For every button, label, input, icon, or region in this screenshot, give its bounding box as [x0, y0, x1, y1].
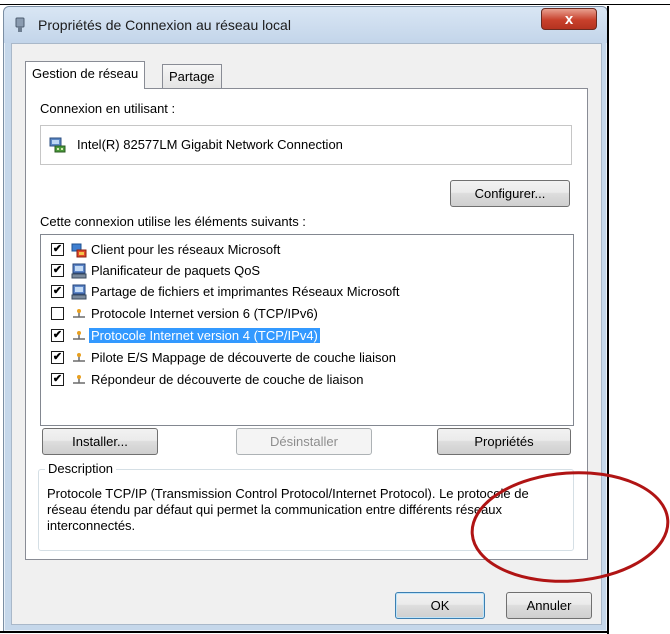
protocol-icon [73, 353, 85, 362]
list-item-selected[interactable]: ✔ Protocole Internet version 4 (TCP/IPv4… [41, 325, 571, 347]
connect-using-label: Connexion en utilisant : [40, 101, 176, 116]
list-item-label: Pilote E/S Mappage de découverte de couc… [91, 350, 396, 365]
components-list[interactable]: ✔ Client pour les réseaux Microsoft ✔ Pl… [40, 234, 574, 426]
properties-button[interactable]: Propriétés [437, 428, 571, 455]
service-icon [71, 284, 87, 300]
window-title: Propriétés de Connexion au réseau local [38, 17, 291, 33]
network-client-icon [71, 243, 87, 258]
items-label: Cette connexion utilise les éléments sui… [40, 214, 306, 229]
cancel-button[interactable]: Annuler [506, 592, 592, 619]
checkbox[interactable]: ✔ [51, 351, 64, 364]
list-item-label: Répondeur de découverte de couche de lia… [91, 372, 364, 387]
checkbox[interactable] [51, 307, 64, 320]
list-item[interactable]: ✔ Répondeur de découverte de couche de l… [41, 369, 571, 391]
checkbox[interactable]: ✔ [51, 285, 64, 298]
tab-networking[interactable]: Gestion de réseau [25, 61, 146, 89]
ok-button[interactable]: OK [395, 592, 485, 619]
checkbox[interactable]: ✔ [51, 373, 64, 386]
list-item[interactable]: ✔ Client pour les réseaux Microsoft [41, 239, 571, 261]
tab-sharing[interactable]: Partage [162, 64, 222, 90]
protocol-icon [73, 309, 85, 318]
list-item[interactable]: ✔ Partage de fichiers et imprimantes Rés… [41, 281, 571, 303]
list-item-label: Partage de fichiers et imprimantes Résea… [91, 284, 400, 299]
network-card-icon [49, 137, 66, 153]
adapter-field: Intel(R) 82577LM Gigabit Network Connect… [40, 125, 572, 165]
uninstall-button[interactable]: Désinstaller [236, 428, 372, 455]
adapter-name: Intel(R) 82577LM Gigabit Network Connect… [77, 137, 343, 152]
bottom-border-line [0, 631, 608, 633]
list-item-label: Protocole Internet version 4 (TCP/IPv4) [89, 328, 320, 343]
list-item-label: Client pour les réseaux Microsoft [91, 242, 281, 257]
top-border-line [0, 4, 670, 5]
title-bar[interactable]: Propriétés de Connexion au réseau local … [4, 7, 607, 43]
annotation-ellipse [470, 471, 670, 583]
service-icon [71, 263, 87, 279]
checkbox[interactable]: ✔ [51, 264, 64, 277]
list-item[interactable]: Protocole Internet version 6 (TCP/IPv6) [41, 303, 571, 325]
protocol-icon [73, 375, 85, 384]
close-button[interactable]: x [541, 8, 597, 30]
install-button[interactable]: Installer... [42, 428, 158, 455]
list-item-label: Planificateur de paquets QoS [91, 263, 261, 278]
list-item[interactable]: ✔ Pilote E/S Mappage de découverte de co… [41, 347, 571, 369]
configure-button[interactable]: Configurer... [450, 180, 570, 207]
list-item[interactable]: ✔ Planificateur de paquets QoS [41, 260, 571, 282]
protocol-icon [73, 331, 85, 340]
description-legend: Description [45, 461, 117, 476]
checkbox[interactable]: ✔ [51, 243, 64, 256]
network-adapter-icon [15, 17, 25, 32]
checkbox[interactable]: ✔ [51, 329, 64, 342]
list-item-label: Protocole Internet version 6 (TCP/IPv6) [91, 306, 318, 321]
